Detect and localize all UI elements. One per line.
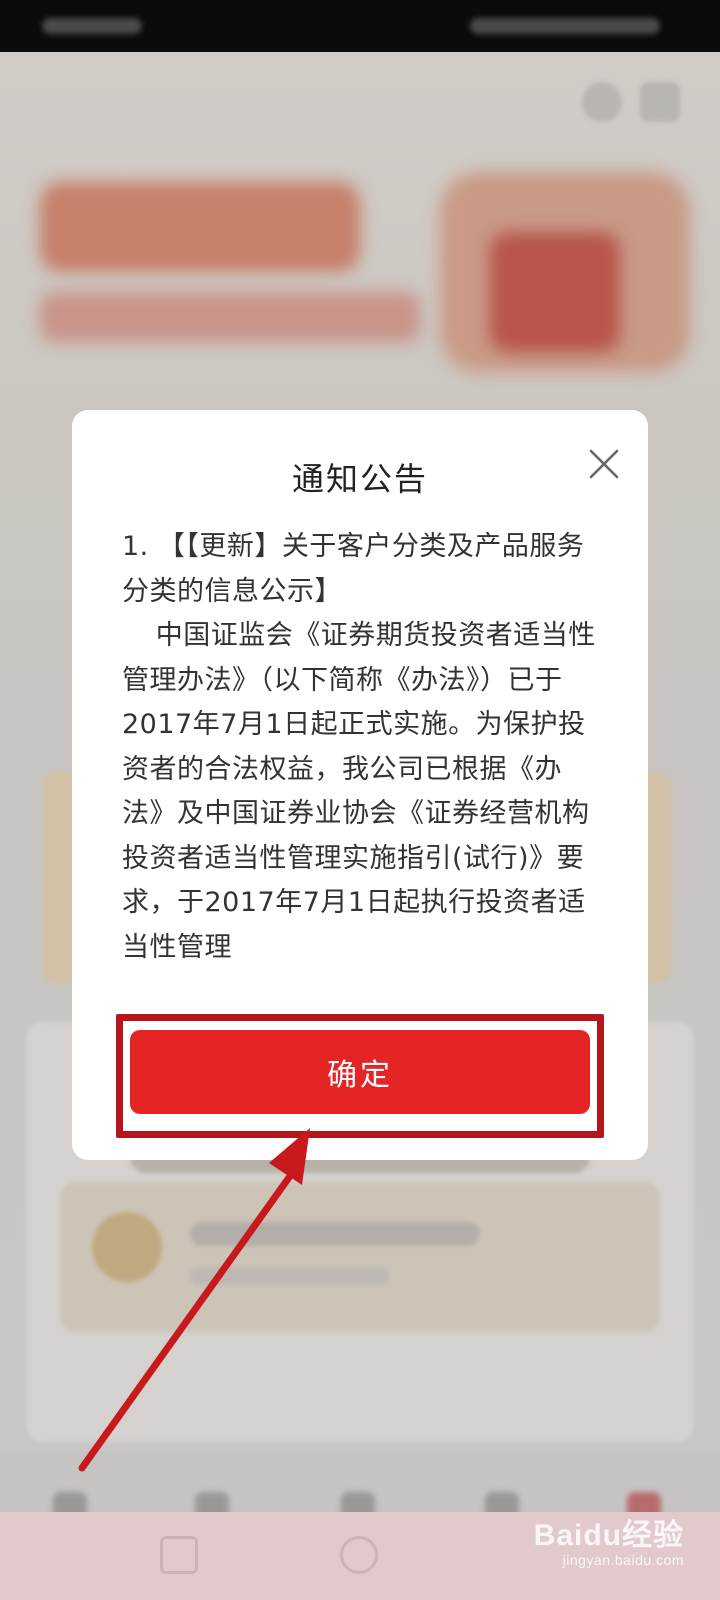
background-icon <box>640 82 680 122</box>
background-card <box>190 1267 390 1285</box>
baidu-watermark: Baidu经验 jingyan.baidu.com <box>534 1510 684 1568</box>
banner-blurred <box>40 182 360 272</box>
dialog-title: 通知公告 <box>291 460 428 498</box>
notice-paragraph: 中国证监会《证券期货投资者适当性管理办法》（以下简称《办法》）已于2017年7月… <box>122 620 596 963</box>
nav-back-icon[interactable] <box>160 1536 198 1574</box>
banner-blurred <box>490 232 620 352</box>
status-icons-blurred <box>470 18 660 34</box>
nav-home-icon[interactable] <box>340 1536 378 1574</box>
notice-content[interactable]: 1. 【【更新】关于客户分类及产品服务分类的信息公示】 中国证监会《证券期货投资… <box>122 525 598 985</box>
notice-heading: 1. 【【更新】关于客户分类及产品服务分类的信息公示】 <box>122 531 585 607</box>
notice-dialog: 通知公告 1. 【【更新】关于客户分类及产品服务分类的信息公示】 中国证监会《证… <box>72 410 648 1160</box>
watermark-brand: Baidu经验 <box>533 1519 684 1552</box>
confirm-button[interactable]: 确定 <box>130 1030 590 1114</box>
status-bar <box>0 0 720 52</box>
close-icon <box>589 449 619 479</box>
close-button[interactable] <box>584 444 624 484</box>
background-card <box>190 1222 480 1246</box>
background-icon <box>582 82 622 122</box>
watermark-domain: jingyan.baidu.com <box>562 1552 684 1568</box>
status-time-blurred <box>42 18 142 34</box>
background-card <box>92 1212 162 1282</box>
banner-blurred <box>40 292 420 342</box>
